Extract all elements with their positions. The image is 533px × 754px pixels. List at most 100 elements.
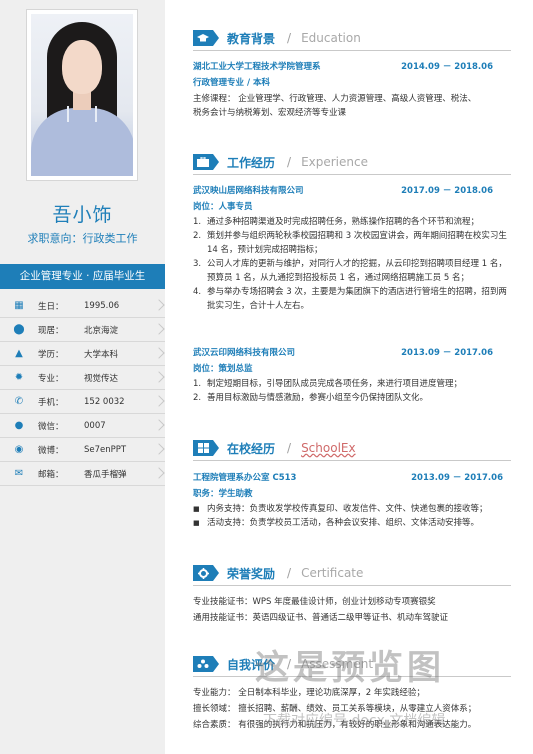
- info-label: 现居：: [38, 325, 64, 336]
- calendar-icon: ▦: [14, 300, 24, 311]
- list-text: 策划并参与组织两轮秋季校园招聘和 3 次校园宣讲会，两年期间招聘在校实习生 14…: [207, 231, 507, 255]
- sidebar: 吾小饰 求职意向：行政类工作 企业管理专业 · 应届毕业生 ▦ 生日： 1995.0…: [0, 0, 165, 754]
- info-value: 北京海淀: [84, 325, 119, 336]
- info-value: 1995.06: [84, 300, 120, 311]
- section-title: 教育背景: [227, 31, 276, 46]
- gear-icon: ✹: [14, 372, 24, 383]
- chat-icon: ●: [14, 420, 24, 431]
- section-slash: /: [287, 566, 292, 580]
- education-section-header: 教育背景 / Education: [193, 28, 361, 48]
- info-label: 邮箱：: [38, 469, 64, 480]
- info-row: ✹ 专业： 视觉传达: [0, 366, 165, 390]
- preview-watermark: 这是预览图: [255, 648, 445, 688]
- list-text: 通过多种招聘渠道及时完成招聘任务，熟练操作招聘的各个环节和流程；: [207, 217, 480, 227]
- info-value: 香瓜手榴弹: [84, 469, 127, 480]
- info-row: ◉ 微博： Se7enPPT: [0, 438, 165, 462]
- section-divider: [193, 585, 511, 586]
- chevron-right-icon: [153, 347, 165, 359]
- company-name: 武汉映山居网络科技有限公司: [193, 186, 304, 196]
- school-name: 湖北工业大学工程技术学院管理系: [193, 62, 321, 72]
- education-courses: 主修课程： 企业管理学、行政管理、人力资源管理、高级人资管理、税法、 税务会计与…: [193, 94, 477, 118]
- school-section-header: 在校经历 / SchoolEx: [193, 438, 356, 458]
- preview-watermark-subtitle: 下载对应编号 docx 文档编辑: [263, 713, 446, 729]
- work-role: 岗位：人事专员: [193, 202, 253, 212]
- windows-grid-icon: [193, 440, 219, 456]
- list-text: 制定短期目标，引导团队成员完成各项任务，来进行项目进度管理；: [207, 379, 463, 389]
- section-divider: [193, 50, 511, 51]
- list-item: ■ 活动支持：负责学校员工活动，各种会议安排、组织、文体活动安排等。: [193, 516, 511, 530]
- work-duty-list: 1. 通过多种招聘渠道及时完成招聘任务，熟练操作招聘的各个环节和流程； 2. 策划并参…: [193, 215, 511, 313]
- chevron-right-icon: [153, 443, 165, 455]
- list-item: 2. 策划并参与组织两轮秋季校园招聘和 3 次校园宣讲会，两年期间招聘在校实习生 …: [193, 229, 511, 257]
- chevron-right-icon: [153, 395, 165, 407]
- chevron-right-icon: [153, 299, 165, 311]
- list-item: 2. 善用目标激励与情感激励，参赛小组至今仍保持团队文化。: [193, 391, 511, 405]
- list-text: 内务支持：负责收发学校传真复印、收发信件、文件、快递包裹的接收等；: [207, 504, 488, 514]
- info-value: Se7enPPT: [84, 444, 127, 455]
- school-entry-header: 工程院管理系办公室 C513 2013.09 － 2017.06: [193, 471, 503, 483]
- list-marker: 4.: [193, 287, 202, 297]
- candidate-name: 吾小饰: [52, 204, 113, 226]
- honor-section-header: 荣誉奖励 / Certificate: [193, 563, 363, 583]
- info-value: 152 0032: [84, 396, 125, 407]
- briefcase-icon: [193, 154, 219, 170]
- school-role: 职务：学生助教: [193, 489, 253, 499]
- info-label: 微博：: [38, 445, 64, 456]
- office-name: 工程院管理系办公室 C513: [193, 473, 297, 483]
- personal-info-list: ▦ 生日： 1995.06 ⬤ 现居： 北京海淀 ▲ 学历： 大学本科 ✹ 专业： 视觉传达 ✆ 手机： 1…: [0, 294, 165, 486]
- info-row: ▦ 生日： 1995.06: [0, 294, 165, 318]
- work-role: 岗位：策划总监: [193, 364, 253, 374]
- team-icon: [193, 656, 219, 672]
- info-row: ✆ 手机： 152 0032: [0, 390, 165, 414]
- section-slash: /: [287, 441, 292, 455]
- list-text: 活动支持：负责学校员工活动，各种会议安排、组织、文体活动安排等。: [207, 518, 480, 528]
- section-slash: /: [287, 155, 292, 169]
- list-marker: 3.: [193, 259, 202, 269]
- job-intent: 求职意向：行政类工作: [27, 232, 138, 245]
- list-item: ■ 内务支持：负责收发学校传真复印、收发信件、文件、快递包裹的接收等；: [193, 502, 511, 516]
- list-item: 1. 制定短期目标，引导团队成员完成各项任务，来进行项目进度管理；: [193, 377, 511, 391]
- info-row: ⬤ 现居： 北京海淀: [0, 318, 165, 342]
- info-label: 专业：: [38, 373, 64, 384]
- mail-icon: ✉: [14, 468, 24, 479]
- list-text: 公司人才库的更新与维护，对同行人才的挖掘，从云印挖到招聘项目经理 1 名，预算员…: [207, 259, 507, 283]
- phone-icon: ✆: [14, 396, 24, 407]
- location-icon: ⬤: [13, 324, 25, 335]
- list-marker: 1.: [193, 379, 202, 389]
- chevron-right-icon: [153, 323, 165, 335]
- info-row: ▲ 学历： 大学本科: [0, 342, 165, 366]
- work-duty-list: 1. 制定短期目标，引导团队成员完成各项任务，来进行项目进度管理； 2. 善用目标激励…: [193, 377, 511, 405]
- section-title: 工作经历: [227, 155, 276, 170]
- weibo-icon: ◉: [14, 444, 24, 455]
- info-value: 0007: [84, 420, 106, 431]
- major-banner: 企业管理专业 · 应届毕业生: [0, 264, 165, 289]
- list-marker: 2.: [193, 393, 202, 403]
- list-text: 参与举办专场招聘会 3 次，主要是为集团旗下的酒店进行管培生的招聘，招到两批实习…: [207, 287, 507, 311]
- info-row: ● 微信： 0007: [0, 414, 165, 438]
- section-en-title: SchoolEx: [301, 441, 356, 455]
- list-text: 善用目标激励与情感激励，参赛小组至今仍保持团队文化。: [207, 393, 429, 403]
- work-entry-header: 武汉映山居网络科技有限公司 2017.09 － 2018.06: [193, 184, 493, 196]
- portrait-image: [31, 14, 133, 176]
- list-item: 3. 公司人才库的更新与维护，对同行人才的挖掘，从云印挖到招聘项目经理 1 名，预…: [193, 257, 511, 285]
- school-period: 2013.09 － 2017.06: [411, 473, 503, 483]
- chevron-right-icon: [153, 419, 165, 431]
- list-item: 4. 参与举办专场招聘会 3 次，主要是为集团旗下的酒店进行管培生的招聘，招到两批…: [193, 285, 511, 313]
- work-section-header: 工作经历 / Experience: [193, 152, 368, 172]
- education-entry-header: 湖北工业大学工程技术学院管理系 2014.09 － 2018.06: [193, 60, 493, 72]
- graduation-cap-icon: [193, 30, 219, 46]
- section-slash: /: [287, 31, 292, 45]
- section-en-title: Certificate: [301, 566, 364, 580]
- info-row: ✉ 邮箱： 香瓜手榴弹: [0, 462, 165, 486]
- section-title: 荣誉奖励: [227, 566, 276, 581]
- list-marker: ■: [193, 505, 200, 513]
- work-period: 2017.09 － 2018.06: [401, 186, 493, 196]
- gear-icon: [193, 565, 219, 581]
- info-label: 生日：: [38, 301, 64, 312]
- info-label: 手机：: [38, 397, 64, 408]
- work-entry-header: 武汉云印网络科技有限公司 2013.09 － 2017.06: [193, 346, 493, 358]
- chevron-right-icon: [153, 467, 165, 479]
- section-divider: [193, 460, 511, 461]
- info-value: 大学本科: [84, 349, 119, 360]
- list-marker: 1.: [193, 217, 202, 227]
